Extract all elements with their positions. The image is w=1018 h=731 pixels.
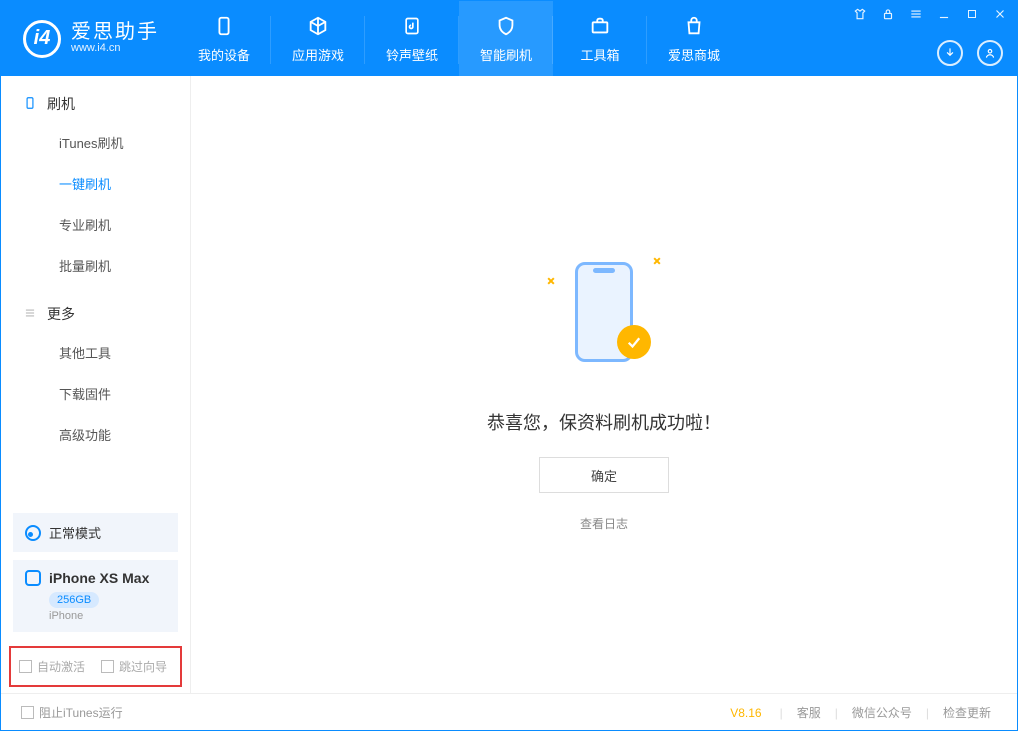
- bag-icon: [681, 13, 707, 39]
- version-label: V8.16: [730, 706, 761, 720]
- mode-status[interactable]: 正常模式: [13, 513, 178, 552]
- checkbox-block-itunes[interactable]: 阻止iTunes运行: [21, 704, 123, 721]
- device-icon: [25, 570, 41, 586]
- device-info[interactable]: iPhone XS Max 256GB iPhone: [13, 560, 178, 632]
- sidebar: 刷机 iTunes刷机 一键刷机 专业刷机 批量刷机 更多 其他工具 下载固件 …: [1, 76, 191, 693]
- tab-ringtone-wallpaper[interactable]: 铃声壁纸: [365, 1, 459, 76]
- tab-label: 智能刷机: [480, 45, 532, 64]
- shield-icon: [493, 13, 519, 39]
- footer-link-wechat[interactable]: 微信公众号: [846, 704, 918, 721]
- brand-text: 爱思助手 www.i4.cn: [71, 22, 159, 55]
- checkbox-auto-activate[interactable]: 自动激活: [19, 658, 85, 675]
- main-content: 恭喜您，保资料刷机成功啦！ 确定 查看日志: [191, 76, 1017, 693]
- sparkle-icon: [651, 255, 662, 266]
- briefcase-icon: [587, 13, 613, 39]
- tab-my-device[interactable]: 我的设备: [177, 1, 271, 76]
- body: 刷机 iTunes刷机 一键刷机 专业刷机 批量刷机 更多 其他工具 下载固件 …: [1, 76, 1017, 693]
- tab-label: 我的设备: [198, 45, 250, 64]
- window-controls: [851, 5, 1009, 23]
- close-icon[interactable]: [991, 5, 1009, 23]
- checkbox-icon: [19, 660, 32, 673]
- mode-label: 正常模式: [49, 523, 101, 542]
- footer-link-support[interactable]: 客服: [791, 704, 827, 721]
- maximize-icon[interactable]: [963, 5, 981, 23]
- tab-label: 爱思商城: [668, 45, 720, 64]
- logo-icon: i4: [23, 20, 61, 58]
- minimize-icon[interactable]: [935, 5, 953, 23]
- checkbox-icon: [21, 706, 34, 719]
- footer-link-check-update[interactable]: 检查更新: [937, 704, 997, 721]
- checkbox-label: 阻止iTunes运行: [39, 704, 123, 721]
- device-type: iPhone: [49, 610, 166, 622]
- sidebar-item-batch-flash[interactable]: 批量刷机: [1, 245, 190, 286]
- sidebar-item-other-tools[interactable]: 其他工具: [1, 332, 190, 373]
- device-name-row: iPhone XS Max: [25, 570, 166, 586]
- brand-logo: i4 爱思助手 www.i4.cn: [1, 1, 177, 76]
- success-illustration: [529, 237, 679, 387]
- music-icon: [399, 13, 425, 39]
- device-capacity: 256GB: [49, 592, 99, 608]
- shirt-icon[interactable]: [851, 5, 869, 23]
- tab-label: 铃声壁纸: [386, 45, 438, 64]
- footer: 阻止iTunes运行 V8.16 | 客服 | 微信公众号 | 检查更新: [1, 693, 1017, 731]
- list-icon: [23, 306, 37, 323]
- tab-toolbox[interactable]: 工具箱: [553, 1, 647, 76]
- mode-icon: [25, 525, 41, 541]
- tab-label: 工具箱: [580, 45, 619, 64]
- tab-apps-games[interactable]: 应用游戏: [271, 1, 365, 76]
- view-log-link[interactable]: 查看日志: [580, 515, 628, 532]
- sidebar-item-download-firmware[interactable]: 下载固件: [1, 373, 190, 414]
- sidebar-section-more: 更多: [1, 286, 190, 332]
- top-nav: 我的设备 应用游戏 铃声壁纸 智能刷机 工具箱 爱思商城: [177, 1, 741, 76]
- flash-options-highlighted: 自动激活 跳过向导: [9, 646, 182, 687]
- download-icon[interactable]: [937, 40, 963, 66]
- brand-name-cn: 爱思助手: [71, 22, 159, 42]
- tab-store[interactable]: 爱思商城: [647, 1, 741, 76]
- footer-right: V8.16 | 客服 | 微信公众号 | 检查更新: [730, 704, 997, 721]
- success-message: 恭喜您，保资料刷机成功啦！: [487, 409, 721, 435]
- checkbox-icon: [101, 660, 114, 673]
- check-badge-icon: [617, 325, 651, 359]
- section-title: 更多: [47, 304, 75, 324]
- ok-button[interactable]: 确定: [539, 457, 669, 493]
- checkbox-skip-guide[interactable]: 跳过向导: [101, 658, 167, 675]
- section-title: 刷机: [47, 94, 75, 114]
- sparkle-icon: [545, 275, 556, 286]
- device-icon: [211, 13, 237, 39]
- tab-label: 应用游戏: [292, 45, 344, 64]
- brand-url: www.i4.cn: [71, 42, 159, 55]
- phone-icon: [23, 96, 37, 113]
- cube-icon: [305, 13, 331, 39]
- user-icon[interactable]: [977, 40, 1003, 66]
- checkbox-label: 跳过向导: [119, 658, 167, 675]
- tab-smart-flash[interactable]: 智能刷机: [459, 1, 553, 76]
- sidebar-item-pro-flash[interactable]: 专业刷机: [1, 204, 190, 245]
- sidebar-item-oneclick-flash[interactable]: 一键刷机: [1, 163, 190, 204]
- sidebar-section-flash: 刷机: [1, 76, 190, 122]
- menu-icon[interactable]: [907, 5, 925, 23]
- device-name: iPhone XS Max: [49, 570, 149, 586]
- lock-icon[interactable]: [879, 5, 897, 23]
- header-right-icons: [937, 40, 1003, 66]
- app-header: i4 爱思助手 www.i4.cn 我的设备 应用游戏 铃声壁纸 智能刷机 工具…: [1, 1, 1017, 76]
- checkbox-label: 自动激活: [37, 658, 85, 675]
- sidebar-item-advanced[interactable]: 高级功能: [1, 414, 190, 455]
- sidebar-item-itunes-flash[interactable]: iTunes刷机: [1, 122, 190, 163]
